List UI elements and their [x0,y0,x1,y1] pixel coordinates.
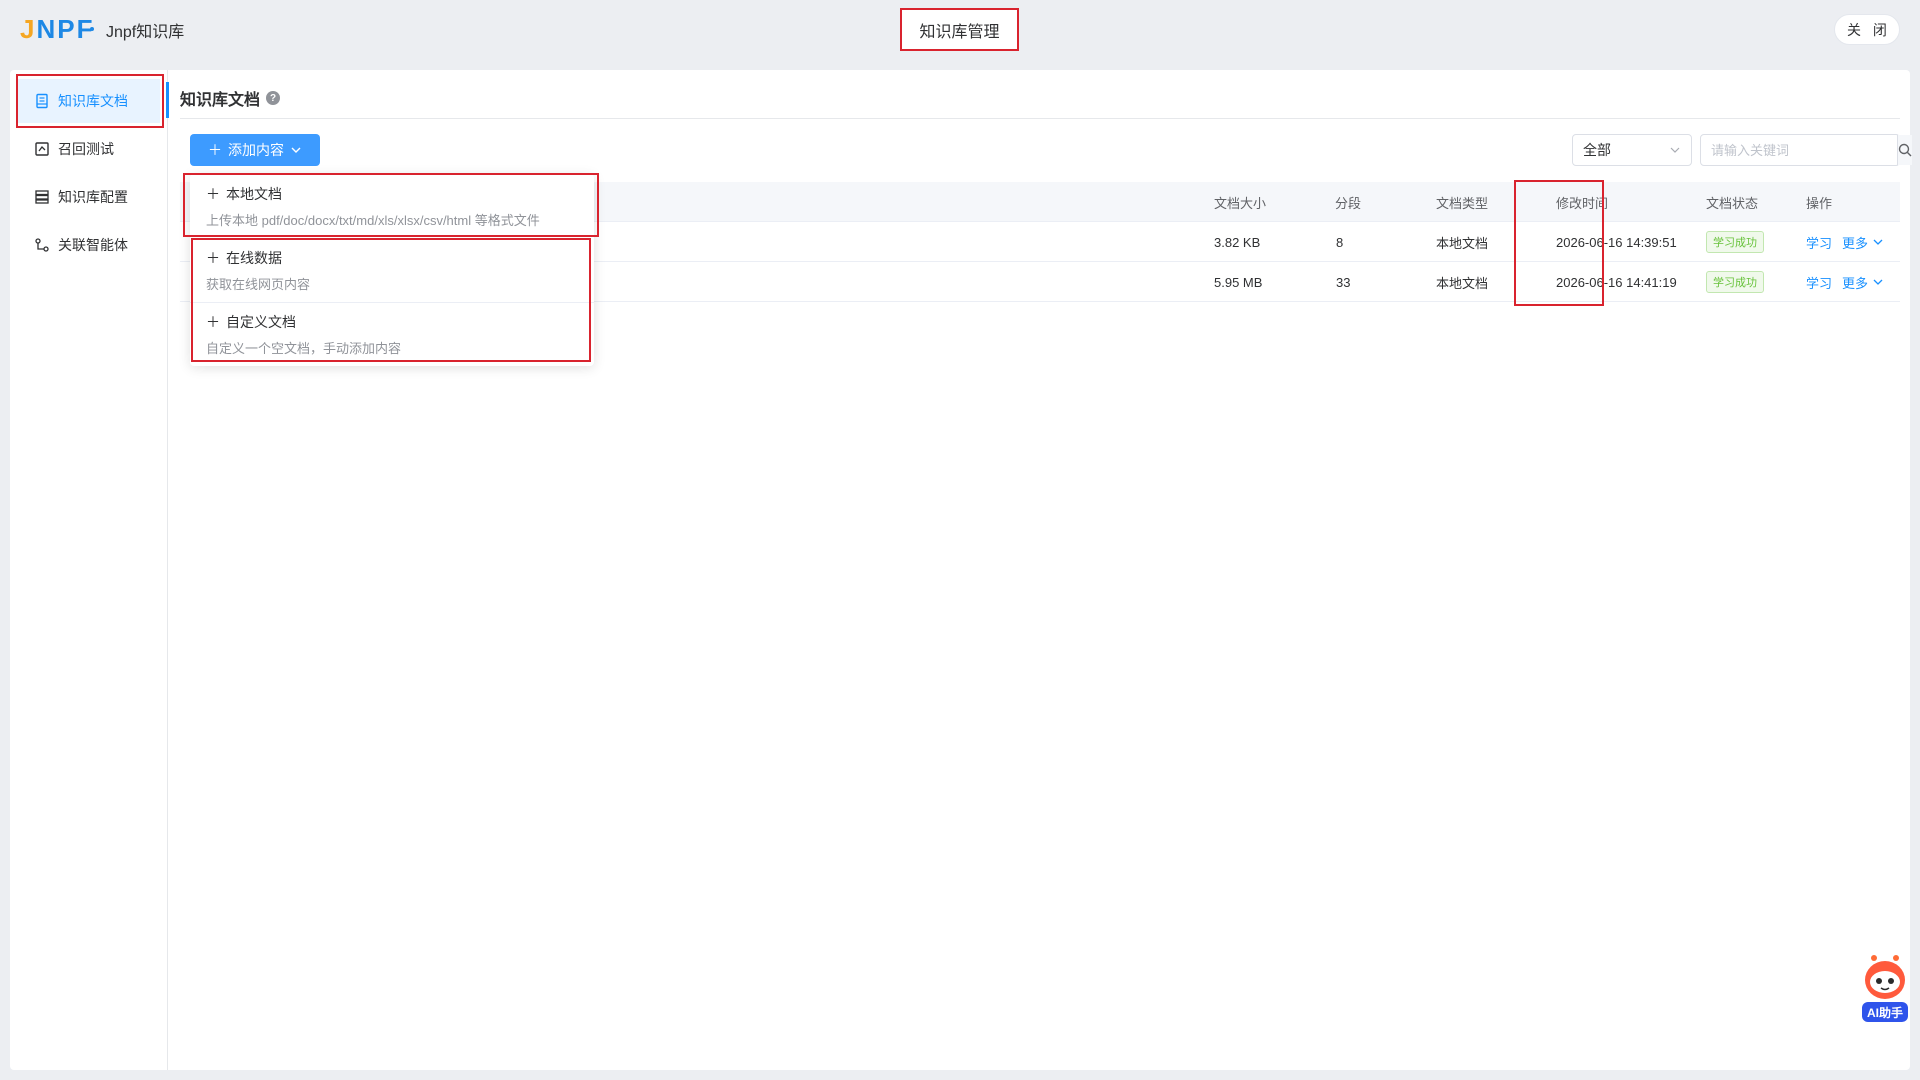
help-icon[interactable]: ? [266,91,281,105]
chevron-down-icon [291,147,301,153]
highlight-box-sidebar [16,74,164,128]
cell-segments: 8 [1336,234,1344,250]
status-badge: 学习成功 [1706,271,1764,293]
sidebar: 知识库文档 召回测试 知识库配置 关联智能体 [10,70,169,1070]
ai-assistant-label: AI助手 [1862,1002,1908,1022]
plus-icon: ＋ [208,142,222,158]
column-header-segments: 分段 [1335,195,1362,211]
status-badge: 学习成功 [1706,231,1764,253]
cell-type: 本地文档 [1436,275,1489,291]
divider [180,118,1900,119]
chevron-down-icon [1670,147,1680,153]
column-header-status: 文档状态 [1706,195,1759,211]
recall-test-icon [35,142,49,156]
cell-actions: 学习 更多 [1806,222,1884,262]
column-header-type: 文档类型 [1436,195,1489,211]
sidebar-item-recall-test[interactable]: 召回测试 [18,127,160,171]
sidebar-item-agents[interactable]: 关联智能体 [18,223,160,267]
sidebar-item-label: 知识库配置 [58,189,128,205]
chevron-down-icon [1873,279,1883,285]
jnpf-logo: JNPF [20,14,95,44]
more-dropdown[interactable]: 更多 [1842,233,1884,252]
column-header-size: 文档大小 [1214,195,1267,211]
column-header-actions: 操作 [1806,195,1833,211]
search-button[interactable] [1897,135,1912,165]
chevron-down-icon [1873,239,1883,245]
search-box [1700,134,1912,166]
learn-link[interactable]: 学习 [1806,273,1832,292]
sidebar-item-config[interactable]: 知识库配置 [18,175,160,219]
search-icon [1898,143,1912,157]
top-bar: JNPF Jnpf知识库 知识库管理 关 闭 [0,0,1920,60]
cell-size: 3.82 KB [1214,234,1261,250]
cell-status: 学习成功 [1706,222,1764,262]
highlight-box-local-document [183,173,599,237]
highlight-box-status-column [1514,180,1604,306]
sidebar-item-label: 关联智能体 [58,237,128,253]
highlight-box-online-custom [191,238,591,362]
section-title: 知识库文档 ? [180,86,281,110]
app-name: Jnpf知识库 [106,24,185,41]
search-input[interactable] [1701,135,1897,165]
config-icon [35,190,49,204]
status-filter-select[interactable]: 全部 [1572,134,1692,166]
learn-link[interactable]: 学习 [1806,233,1832,252]
active-indicator [166,82,169,118]
cell-size: 5.95 MB [1214,274,1263,290]
cell-segments: 33 [1336,274,1351,290]
robot-icon [1865,955,1905,999]
logo-separator-dot [90,27,94,31]
cell-type: 本地文档 [1436,235,1489,251]
more-dropdown[interactable]: 更多 [1842,273,1884,292]
page-title-tab: 知识库管理 [900,8,1019,51]
add-content-button[interactable]: ＋ 添加内容 [190,134,320,166]
cell-actions: 学习 更多 [1806,262,1884,302]
cell-status: 学习成功 [1706,262,1764,302]
close-button[interactable]: 关 闭 [1834,14,1900,45]
agent-link-icon [35,238,49,252]
sidebar-item-label: 召回测试 [58,141,114,157]
ai-assistant-button[interactable]: AI助手 [1860,952,1910,1024]
